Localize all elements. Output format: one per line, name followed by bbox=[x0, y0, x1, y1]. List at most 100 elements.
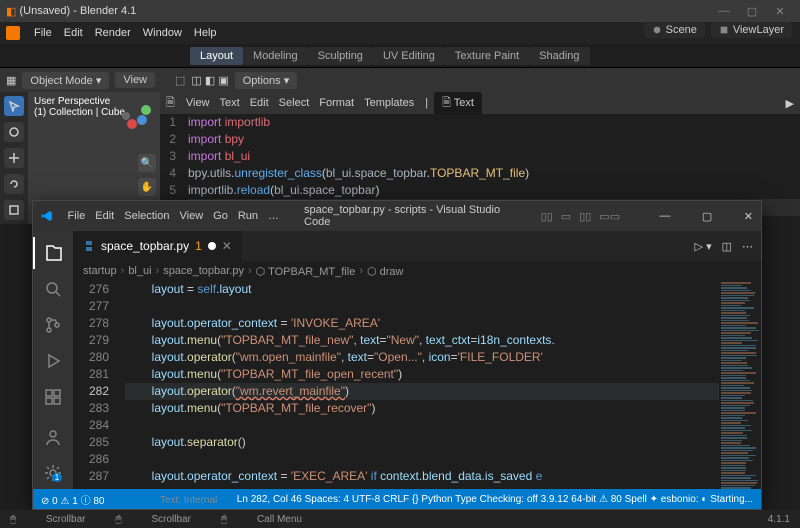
layout-icon[interactable]: ▭▭ bbox=[599, 210, 620, 223]
status-item[interactable]: {} Python bbox=[412, 494, 453, 505]
minimize-button[interactable]: — bbox=[710, 5, 738, 17]
debug-icon[interactable] bbox=[33, 345, 73, 377]
orientation-gizmo[interactable] bbox=[118, 102, 154, 138]
more-icon[interactable]: ⋯ bbox=[742, 240, 753, 253]
status-item[interactable]: Spaces: 4 bbox=[305, 494, 349, 505]
layout-icon[interactable]: ▭ bbox=[561, 210, 571, 223]
code-line[interactable]: import importlib bbox=[188, 114, 800, 131]
te-menu-edit[interactable]: Edit bbox=[245, 95, 274, 111]
status-item[interactable]: 3.9.12 64-bit bbox=[541, 494, 597, 505]
select-tool[interactable] bbox=[4, 96, 24, 116]
extensions-icon[interactable] bbox=[33, 381, 73, 413]
pan-icon[interactable]: ✋ bbox=[138, 178, 156, 196]
code-line[interactable] bbox=[125, 417, 719, 434]
te-menu-view[interactable]: View bbox=[181, 95, 215, 111]
close-tab-icon[interactable]: ✕ bbox=[222, 239, 232, 253]
code-editor[interactable]: 276277278279280281282283284285286287 lay… bbox=[73, 281, 761, 489]
code-line[interactable]: layout.menu("TOPBAR_MT_file_recover") bbox=[125, 400, 719, 417]
code-line[interactable]: layout.operator("wm.open_mainfile", text… bbox=[125, 349, 719, 366]
scale-tool[interactable] bbox=[4, 200, 24, 220]
menu-edit[interactable]: Edit bbox=[58, 25, 89, 41]
vs-menu-edit[interactable]: Edit bbox=[90, 210, 119, 222]
menu-help[interactable]: Help bbox=[188, 25, 223, 41]
workspace-tab-texture paint[interactable]: Texture Paint bbox=[445, 47, 529, 65]
rotate-tool[interactable] bbox=[4, 174, 24, 194]
te-menu-select[interactable]: Select bbox=[274, 95, 315, 111]
status-item[interactable]: ⚠ 80 Spell bbox=[599, 494, 647, 505]
code-line[interactable]: importlib.reload(bl_ui.space_topbar) bbox=[188, 182, 800, 199]
breadcrumb-item[interactable]: ⬡ draw bbox=[367, 265, 404, 278]
close-button[interactable]: ✕ bbox=[766, 5, 794, 18]
vs-menu-run[interactable]: Run bbox=[233, 210, 263, 222]
code-line[interactable]: layout.menu("TOPBAR_MT_file_new", text="… bbox=[125, 332, 719, 349]
status-item[interactable]: ⊘ 0 bbox=[41, 496, 58, 507]
menu-window[interactable]: Window bbox=[137, 25, 188, 41]
vs-menu-go[interactable]: Go bbox=[208, 210, 233, 222]
workspace-tab-modeling[interactable]: Modeling bbox=[243, 47, 308, 65]
code-line[interactable]: layout = self.layout bbox=[125, 281, 719, 298]
minimap[interactable] bbox=[719, 281, 761, 489]
code-line[interactable]: import bl_ui bbox=[188, 148, 800, 165]
code-line[interactable]: bpy.utils.unregister_class(bl_ui.space_t… bbox=[188, 165, 800, 182]
maximize-button[interactable]: ▢ bbox=[738, 5, 766, 18]
te-menu-text[interactable]: Text bbox=[215, 95, 245, 111]
breadcrumb-item[interactable]: bl_ui bbox=[128, 265, 151, 277]
text-datablock[interactable]: 🗎 Text bbox=[434, 92, 482, 115]
layout-icon[interactable]: ▯▯ bbox=[579, 210, 591, 223]
zoom-icon[interactable]: 🔍 bbox=[138, 154, 156, 172]
status-item[interactable]: UTF-8 bbox=[352, 494, 380, 505]
status-item[interactable]: Ln 282, Col 46 bbox=[237, 494, 302, 505]
code-line[interactable] bbox=[125, 298, 719, 315]
menu-file[interactable]: File bbox=[28, 25, 58, 41]
options-dropdown[interactable]: Options ▾ bbox=[235, 72, 298, 89]
cursor-tool[interactable] bbox=[4, 122, 24, 142]
menu-render[interactable]: Render bbox=[89, 25, 137, 41]
editor-type-icon[interactable]: ▦ bbox=[6, 74, 16, 87]
close-button[interactable]: ✕ bbox=[744, 210, 753, 223]
te-menu-format[interactable]: Format bbox=[314, 95, 359, 111]
search-icon[interactable] bbox=[33, 273, 73, 305]
account-icon[interactable] bbox=[33, 421, 73, 453]
code-line[interactable]: layout.operator_context = 'EXEC_AREA' if… bbox=[125, 468, 719, 485]
vscode-titlebar[interactable]: FileEditSelectionViewGoRun… space_topbar… bbox=[33, 201, 761, 231]
run-script-icon[interactable]: ▶ bbox=[786, 97, 794, 110]
code-line[interactable] bbox=[125, 451, 719, 468]
workspace-tab-shading[interactable]: Shading bbox=[529, 47, 589, 65]
move-tool[interactable] bbox=[4, 148, 24, 168]
workspace-tab-layout[interactable]: Layout bbox=[190, 47, 243, 65]
breadcrumb[interactable]: startup ›bl_ui ›space_topbar.py ›⬡ TOPBA… bbox=[73, 261, 761, 281]
code-line[interactable]: layout.menu("TOPBAR_MT_file_open_recent"… bbox=[125, 366, 719, 383]
breadcrumb-item[interactable]: ⬡ TOPBAR_MT_file bbox=[256, 265, 356, 278]
source-control-icon[interactable] bbox=[33, 309, 73, 341]
mode-dropdown[interactable]: Object Mode ▾ bbox=[22, 72, 109, 89]
select-modes-icon[interactable]: ◫ ◧ ▣ bbox=[191, 74, 228, 87]
workspace-tab-uv editing[interactable]: UV Editing bbox=[373, 47, 445, 65]
status-item[interactable]: ⚠ 1 bbox=[61, 496, 78, 507]
vs-menu-…[interactable]: … bbox=[263, 210, 284, 222]
status-item[interactable]: ⓘ 80 bbox=[81, 496, 105, 507]
workspace-tab-sculpting[interactable]: Sculpting bbox=[308, 47, 373, 65]
breadcrumb-item[interactable]: space_topbar.py bbox=[163, 265, 244, 277]
code-line[interactable]: layout.operator_context = 'INVOKE_AREA' bbox=[125, 315, 719, 332]
vs-menu-file[interactable]: File bbox=[63, 210, 91, 222]
minimize-button[interactable]: — bbox=[659, 210, 670, 222]
explorer-icon[interactable] bbox=[33, 237, 73, 269]
status-item[interactable]: CRLF bbox=[383, 494, 409, 505]
viewlayer-selector[interactable]: ViewLayer bbox=[711, 22, 792, 38]
status-item[interactable]: ✦ esbonio: ◐ Starting... bbox=[650, 494, 753, 505]
layout-icon[interactable]: ▯▯ bbox=[541, 210, 553, 223]
scene-selector[interactable]: Scene bbox=[644, 22, 705, 38]
settings-icon[interactable]: 1 bbox=[33, 457, 73, 489]
breadcrumb-item[interactable]: startup bbox=[83, 265, 117, 277]
editor-tab[interactable]: space_topbar.py 1 ✕ bbox=[73, 231, 242, 261]
editor-type-icon[interactable]: 🗎 bbox=[166, 94, 175, 113]
status-item[interactable]: Type Checking: off bbox=[455, 494, 538, 505]
code-line[interactable]: import bpy bbox=[188, 131, 800, 148]
run-icon[interactable]: ▷ ▾ bbox=[695, 240, 712, 253]
split-editor-icon[interactable]: ◫ bbox=[722, 240, 732, 253]
maximize-button[interactable]: ▢ bbox=[702, 210, 712, 223]
vs-menu-view[interactable]: View bbox=[175, 210, 209, 222]
vs-menu-selection[interactable]: Selection bbox=[119, 210, 174, 222]
te-menu-templates[interactable]: Templates bbox=[359, 95, 419, 111]
code-line[interactable]: layout.operator("wm.revert_mainfile") bbox=[125, 383, 719, 400]
